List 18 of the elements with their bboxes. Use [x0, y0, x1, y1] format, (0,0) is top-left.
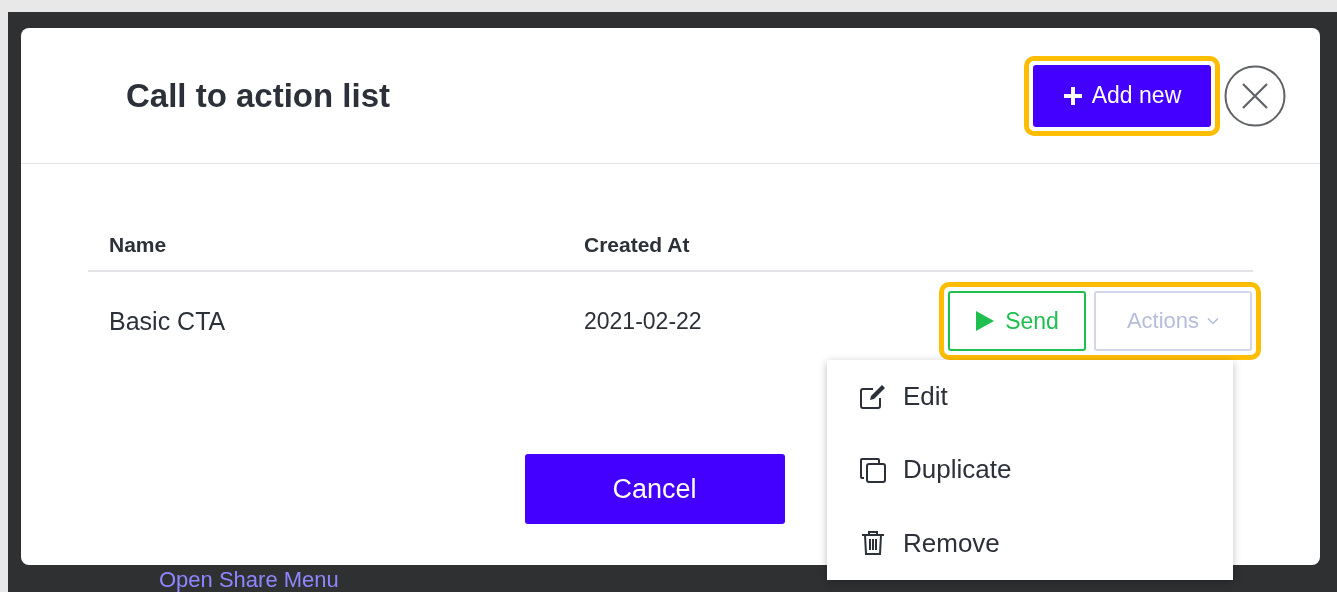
menu-item[interactable]: Edit	[827, 366, 1233, 427]
menu-item[interactable]: Remove	[827, 513, 1233, 574]
cancel-button[interactable]: Cancel	[524, 454, 785, 524]
table-cell-text: Basic CTA	[108, 306, 227, 336]
edit-icon	[859, 382, 887, 411]
dialog-title: Call to action list	[126, 76, 391, 115]
play-icon	[975, 310, 996, 332]
chevron-down-icon	[1207, 317, 1220, 325]
column-header: Created At	[584, 233, 691, 257]
column-header: Name	[108, 233, 168, 257]
copy-icon	[859, 456, 887, 484]
close-icon[interactable]	[1224, 64, 1286, 127]
plus-icon	[1062, 85, 1083, 106]
share-menu-link[interactable]: Open Share Menu	[159, 568, 339, 592]
table-cell-text: 2021-02-22	[584, 307, 703, 335]
trash-icon	[859, 529, 887, 558]
add-new-button[interactable]: Add new	[1033, 64, 1211, 127]
menu-item[interactable]: Duplicate	[827, 440, 1233, 500]
